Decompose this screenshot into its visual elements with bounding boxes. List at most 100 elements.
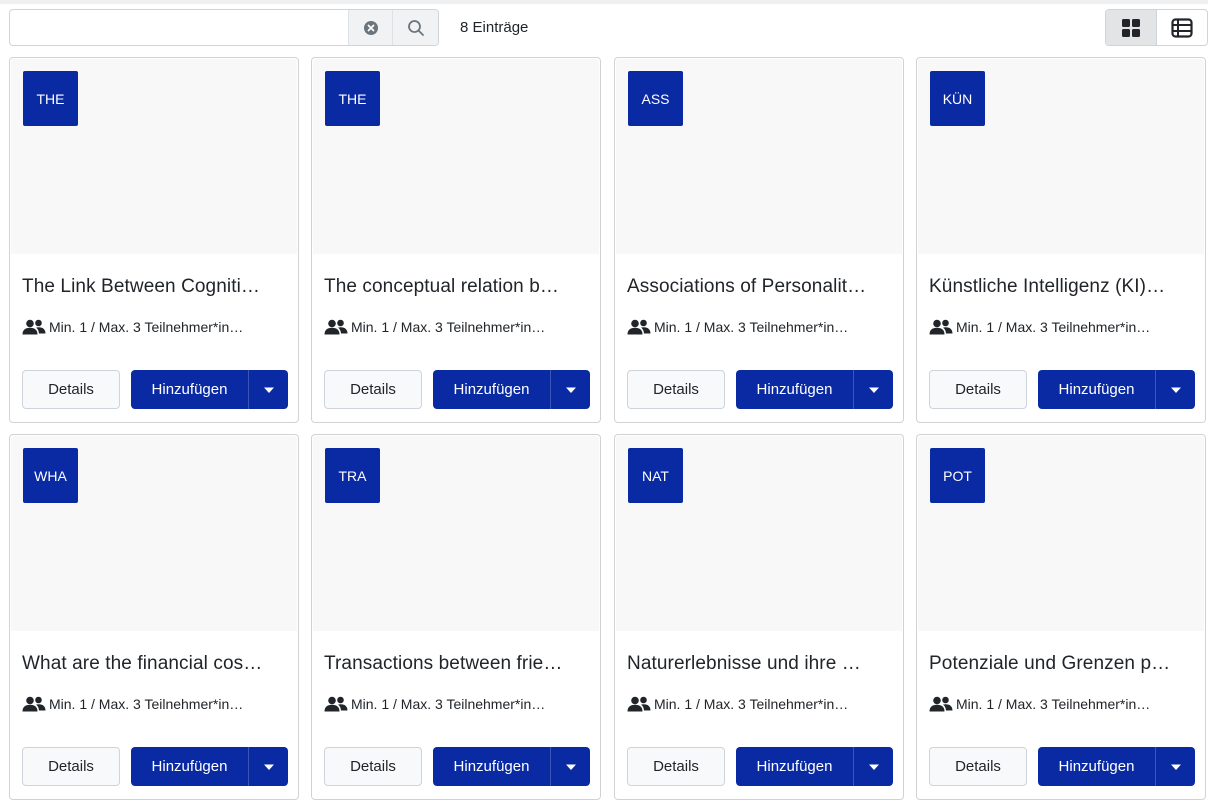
add-button[interactable]: Hinzufügen	[736, 747, 854, 786]
participants-info: Min. 1 / Max. 3 Teilnehmer*in…	[627, 316, 899, 338]
people-icon	[22, 319, 46, 335]
people-icon	[324, 696, 348, 712]
add-dropdown-toggle[interactable]	[854, 747, 893, 786]
card-title: What are the financial cos…	[22, 653, 263, 674]
clear-search-button[interactable]	[348, 10, 392, 45]
people-icon	[627, 696, 651, 712]
caret-down-icon	[1170, 387, 1181, 393]
search-icon	[407, 19, 424, 36]
people-icon	[929, 319, 953, 335]
caret-down-icon	[565, 387, 576, 393]
details-button[interactable]: Details	[324, 370, 422, 409]
list-view-button[interactable]	[1157, 10, 1207, 45]
participants-info: Min. 1 / Max. 3 Teilnehmer*in…	[324, 693, 596, 715]
topic-card: NAT Naturerlebnisse und ihre … Min. 1 / Ma…	[614, 434, 904, 800]
add-dropdown-toggle[interactable]	[249, 370, 288, 409]
result-count: 8 Einträge	[460, 19, 529, 36]
card-image-area: TRA	[313, 436, 599, 631]
card-title: The Link Between Cogniti…	[22, 276, 261, 297]
people-icon	[324, 319, 348, 335]
topic-card: ASS Associations of Personalit… Min. 1 / M…	[614, 57, 904, 423]
add-button[interactable]: Hinzufügen	[1038, 747, 1156, 786]
add-button[interactable]: Hinzufügen	[131, 370, 249, 409]
add-dropdown-toggle[interactable]	[854, 370, 893, 409]
details-button[interactable]: Details	[22, 370, 120, 409]
card-title: The conceptual relation b…	[324, 276, 559, 297]
participants-text: Min. 1 / Max. 3 Teilnehmer*in…	[351, 319, 546, 335]
add-button-group[interactable]: Hinzufügen	[131, 370, 288, 409]
details-button[interactable]: Details	[929, 747, 1027, 786]
caret-down-icon	[868, 387, 879, 393]
add-button[interactable]: Hinzufügen	[736, 370, 854, 409]
caret-down-icon	[263, 387, 274, 393]
topic-badge: KÜN	[930, 71, 985, 126]
card-image-area: KÜN	[918, 59, 1204, 254]
participants-info: Min. 1 / Max. 3 Teilnehmer*in…	[22, 316, 294, 338]
card-image-area: NAT	[616, 436, 902, 631]
caret-down-icon	[1170, 764, 1181, 770]
grid-view-button[interactable]	[1106, 10, 1157, 45]
add-button[interactable]: Hinzufügen	[1038, 370, 1156, 409]
add-button[interactable]: Hinzufügen	[131, 747, 249, 786]
participants-text: Min. 1 / Max. 3 Teilnehmer*in…	[351, 696, 546, 712]
add-button[interactable]: Hinzufügen	[433, 370, 551, 409]
add-button-group[interactable]: Hinzufügen	[1038, 747, 1195, 786]
caret-down-icon	[263, 764, 274, 770]
list-view-icon	[1171, 17, 1193, 38]
card-image-area: THE	[11, 59, 297, 254]
view-toggle	[1105, 9, 1208, 46]
details-button[interactable]: Details	[627, 747, 725, 786]
caret-down-icon	[565, 764, 576, 770]
add-dropdown-toggle[interactable]	[551, 370, 590, 409]
add-dropdown-toggle[interactable]	[551, 747, 590, 786]
add-button[interactable]: Hinzufügen	[433, 747, 551, 786]
add-button-group[interactable]: Hinzufügen	[1038, 370, 1195, 409]
topic-card: WHA What are the financial cos… Min. 1 / M…	[9, 434, 299, 800]
topic-card: TRA Transactions between frie… Min. 1 / Ma…	[311, 434, 601, 800]
details-button[interactable]: Details	[627, 370, 725, 409]
details-button[interactable]: Details	[929, 370, 1027, 409]
topic-badge: ASS	[628, 71, 683, 126]
card-image-area: WHA	[11, 436, 297, 631]
top-divider	[0, 0, 1208, 4]
participants-info: Min. 1 / Max. 3 Teilnehmer*in…	[929, 693, 1201, 715]
card-image-area: POT	[918, 436, 1204, 631]
people-icon	[929, 696, 953, 712]
search-input[interactable]	[11, 11, 347, 44]
grid-view-icon	[1122, 18, 1140, 37]
card-image-area: THE	[313, 59, 599, 254]
topic-card: THE The Link Between Cogniti… Min. 1 / Max…	[9, 57, 299, 423]
topic-badge: THE	[23, 71, 78, 126]
details-button[interactable]: Details	[22, 747, 120, 786]
participants-text: Min. 1 / Max. 3 Teilnehmer*in…	[49, 319, 244, 335]
add-button-group[interactable]: Hinzufügen	[433, 370, 590, 409]
participants-info: Min. 1 / Max. 3 Teilnehmer*in…	[627, 693, 899, 715]
card-title: Transactions between frie…	[324, 653, 563, 674]
topic-badge: TRA	[325, 448, 380, 503]
add-dropdown-toggle[interactable]	[1156, 747, 1195, 786]
card-title: Potenziale und Grenzen p…	[929, 653, 1171, 674]
add-button-group[interactable]: Hinzufügen	[433, 747, 590, 786]
participants-text: Min. 1 / Max. 3 Teilnehmer*in…	[49, 696, 244, 712]
search-button[interactable]	[392, 10, 438, 45]
caret-down-icon	[868, 764, 879, 770]
topic-badge: POT	[930, 448, 985, 503]
details-button[interactable]: Details	[324, 747, 422, 786]
topic-badge: THE	[325, 71, 380, 126]
card-title: Associations of Personalit…	[627, 276, 867, 297]
topic-card: KÜN Künstliche Intelligenz (KI)… Min. 1 / …	[916, 57, 1206, 423]
participants-text: Min. 1 / Max. 3 Teilnehmer*in…	[956, 696, 1151, 712]
add-dropdown-toggle[interactable]	[1156, 370, 1195, 409]
add-button-group[interactable]: Hinzufügen	[736, 747, 893, 786]
participants-text: Min. 1 / Max. 3 Teilnehmer*in…	[654, 696, 849, 712]
people-icon	[22, 696, 46, 712]
participants-info: Min. 1 / Max. 3 Teilnehmer*in…	[22, 693, 294, 715]
toolbar: 8 Einträge	[9, 9, 1208, 46]
participants-info: Min. 1 / Max. 3 Teilnehmer*in…	[324, 316, 596, 338]
card-title: Künstliche Intelligenz (KI)…	[929, 276, 1166, 297]
add-button-group[interactable]: Hinzufügen	[736, 370, 893, 409]
topic-badge: NAT	[628, 448, 683, 503]
add-dropdown-toggle[interactable]	[249, 747, 288, 786]
topic-card: POT Potenziale und Grenzen p… Min. 1 / Max…	[916, 434, 1206, 800]
add-button-group[interactable]: Hinzufügen	[131, 747, 288, 786]
